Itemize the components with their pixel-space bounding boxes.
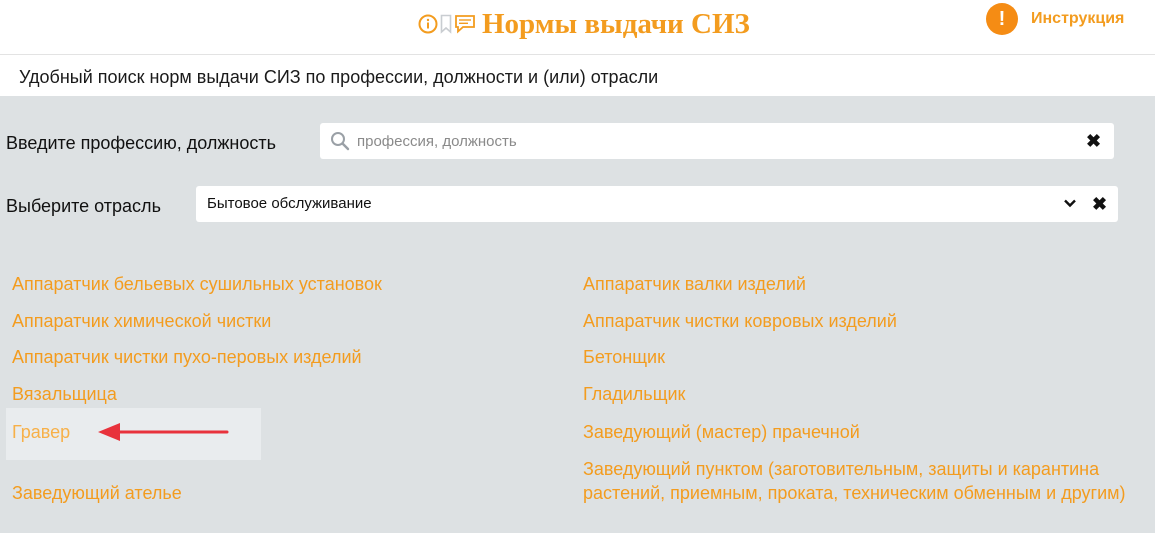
page-title: Нормы выдачи СИЗ (482, 8, 750, 40)
comment-icon[interactable] (454, 14, 476, 34)
search-icon (330, 131, 350, 156)
profession-link[interactable]: Заведующий (мастер) прачечной (583, 420, 1143, 444)
red-arrow-annotation (96, 421, 230, 448)
profession-link[interactable]: Аппаратчик химической чистки (12, 309, 271, 333)
profession-link[interactable]: Аппаратчик валки изделий (583, 272, 1143, 296)
exclamation-icon: ! (986, 3, 1018, 35)
profession-link[interactable]: Аппаратчик чистки пухо-перовых изделий (12, 345, 362, 369)
chevron-down-icon[interactable] (1063, 196, 1077, 215)
instruction-label: Инструкция (1031, 10, 1125, 27)
instruction-button[interactable]: ! Инструкция (986, 3, 1124, 35)
profession-link[interactable]: Вязальщица (12, 382, 117, 406)
industry-select-value: Бытовое обслуживание (207, 195, 372, 212)
industry-select[interactable]: Бытовое обслуживание ✖ (196, 186, 1118, 222)
profession-link[interactable]: Аппаратчик чистки ковровых изделий (583, 309, 1143, 333)
profession-link[interactable]: Заведующий пунктом (заготовительным, защ… (583, 457, 1143, 505)
profession-link-hovered[interactable]: Гравер (12, 420, 70, 444)
profession-link[interactable]: Бетонщик (583, 345, 1143, 369)
profession-link[interactable]: Гладильщик (583, 382, 1143, 406)
clear-industry-icon[interactable]: ✖ (1092, 195, 1107, 213)
profession-link[interactable]: Заведующий ателье (12, 481, 182, 505)
clear-search-icon[interactable]: ✖ (1086, 132, 1101, 150)
industry-label: Выберите отрасль (6, 196, 161, 216)
profession-label: Введите профессию, должность (6, 133, 276, 153)
bookmark-icon[interactable] (440, 14, 452, 34)
header: Нормы выдачи СИЗ ! Инструкция (0, 0, 1155, 55)
profession-search-input[interactable] (357, 123, 1057, 159)
page-subtitle: Удобный поиск норм выдачи СИЗ по професс… (19, 67, 659, 87)
title-wrap: Нормы выдачи СИЗ (418, 6, 750, 42)
search-panel: Введите профессию, должность ✖ Выберите … (0, 96, 1155, 533)
profession-link[interactable]: Аппаратчик бельевых сушильных установок (12, 272, 382, 296)
info-icon[interactable] (418, 14, 438, 34)
profession-search[interactable]: ✖ (320, 123, 1114, 159)
